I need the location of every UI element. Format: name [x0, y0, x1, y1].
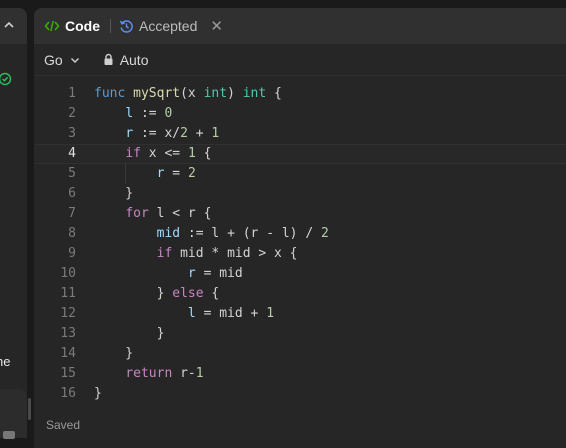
code-text: func mySqrt(x int) int { — [94, 86, 282, 101]
line-number: 7 — [68, 206, 76, 221]
line-number: 13 — [60, 326, 76, 341]
chevron-down-icon — [70, 57, 79, 63]
code-text: if mid * mid > x { — [156, 246, 298, 261]
code-text: } — [94, 326, 165, 341]
code-line: 9 if mid * mid > x { — [34, 244, 566, 264]
code-line: 10 r = mid — [34, 264, 566, 284]
line-number: 12 — [60, 306, 76, 321]
code-text: l := 0 — [125, 106, 173, 121]
code-line: 1 func mySqrt(x int) int { — [34, 84, 566, 104]
code-line: 5 r = 2 — [34, 164, 566, 184]
previous-panel-footer — [0, 389, 27, 439]
editor-toolbar: Go Auto — [34, 44, 566, 76]
code-line: 16} — [34, 384, 566, 404]
auto-mode[interactable]: Auto — [103, 52, 149, 68]
line-number: 16 — [60, 386, 76, 401]
line-number: 2 — [68, 106, 76, 121]
line-number: 14 — [60, 346, 76, 361]
code-text: r := x/2 + 1 — [125, 126, 220, 141]
tab-code-label: Code — [65, 18, 100, 34]
code-text: } else { — [94, 286, 220, 301]
previous-panel-text: ne — [0, 354, 11, 369]
tab-bar: Code Accepted ✕ — [34, 8, 566, 44]
code-text: for l < r { — [125, 206, 212, 221]
code-text: } — [94, 346, 134, 361]
code-text: } — [94, 186, 134, 201]
code-line: 8 mid := l + (r - l) / 2 — [34, 224, 566, 244]
code-icon — [44, 20, 60, 32]
previous-panel-header — [0, 8, 27, 44]
code-area[interactable]: 1 func mySqrt(x int) int { 2 l := 0 3 r :… — [34, 84, 566, 404]
code-line-current: 4 if x <= 1 { — [34, 144, 566, 164]
tab-accepted-label: Accepted — [139, 18, 198, 34]
lock-icon — [104, 53, 113, 65]
code-line: 11 } else { — [34, 284, 566, 304]
save-status: Saved — [46, 418, 81, 432]
tab-code[interactable]: Code — [44, 18, 100, 34]
code-line: 2 l := 0 — [34, 104, 566, 124]
code-line: 6 } — [34, 184, 566, 204]
language-label: Go — [44, 51, 63, 68]
line-number: 1 — [68, 86, 76, 101]
auto-mode-label: Auto — [119, 51, 149, 68]
line-number: 11 — [60, 286, 76, 301]
history-icon — [119, 19, 133, 33]
check-circle-icon — [0, 72, 12, 86]
line-number: 10 — [60, 266, 76, 281]
close-icon[interactable]: ✕ — [210, 17, 223, 35]
resize-handle[interactable] — [28, 398, 31, 420]
line-number: 3 — [68, 126, 76, 141]
code-line: 7 for l < r { — [34, 204, 566, 224]
line-number: 15 — [60, 366, 76, 381]
line-number: 8 — [68, 226, 76, 241]
tab-accepted[interactable]: Accepted ✕ — [119, 17, 223, 35]
language-select[interactable]: Go — [44, 52, 81, 68]
chevron-up-icon[interactable] — [2, 18, 16, 32]
code-text: return r-1 — [125, 366, 204, 381]
code-text: l = mid + 1 — [187, 306, 275, 321]
code-text: mid := l + (r - l) / 2 — [156, 226, 329, 241]
code-line: 12 l = mid + 1 — [34, 304, 566, 324]
code-line: 3 r := x/2 + 1 — [34, 124, 566, 144]
code-line: 14 } — [34, 344, 566, 364]
line-number: 5 — [68, 166, 76, 181]
code-line: 13 } — [34, 324, 566, 344]
code-text: r = 2 — [156, 166, 196, 181]
code-text: if x <= 1 { — [125, 146, 212, 161]
previous-panel: ne — [0, 8, 27, 438]
line-number: 4 — [68, 146, 76, 161]
tab-divider — [110, 19, 111, 33]
code-line: 15 return r-1 — [34, 364, 566, 384]
line-number: 9 — [68, 246, 76, 261]
code-editor-panel: Code Accepted ✕ Go Auto 1 func mySqrt(x … — [34, 8, 566, 448]
line-number: 6 — [68, 186, 76, 201]
code-text: } — [94, 386, 102, 401]
code-text: r = mid — [187, 266, 243, 281]
